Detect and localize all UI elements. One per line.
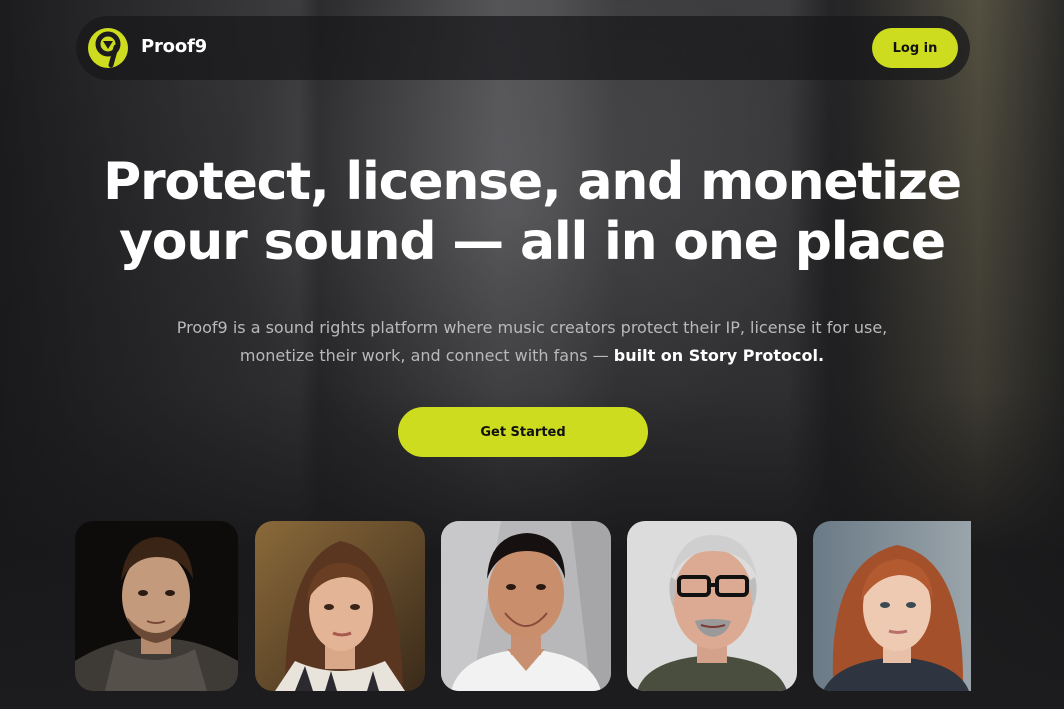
portrait-card-5: [813, 521, 971, 691]
page-content: Proof9 Log in Protect, license, and mone…: [0, 0, 1064, 709]
get-started-button[interactable]: Get Started: [398, 407, 648, 457]
portrait-image-4: [627, 521, 797, 691]
portrait-card-1: [75, 521, 238, 691]
hero-title-line-2: your sound — all in one place: [119, 212, 946, 272]
hero-subtitle-emphasis: built on Story Protocol.: [613, 346, 825, 365]
portrait-card-3: [441, 521, 611, 691]
hero-subtitle: Proof9 is a sound rights platform where …: [172, 314, 892, 370]
portrait-image-1: [75, 521, 238, 691]
proof9-logo-icon[interactable]: [87, 27, 129, 69]
portrait-image-2: [255, 521, 425, 691]
landing-page: Proof9 Log in Protect, license, and mone…: [0, 0, 1064, 709]
portrait-gallery: [0, 521, 1064, 691]
portrait-card-4: [627, 521, 797, 691]
portrait-card-2: [255, 521, 425, 691]
hero-title-line-1: Protect, license, and monetize: [103, 152, 962, 212]
portrait-image-5: [813, 521, 971, 691]
portrait-image-3: [441, 521, 611, 691]
brand-name[interactable]: Proof9: [141, 36, 207, 57]
login-button[interactable]: Log in: [872, 28, 958, 68]
top-navbar: Proof9 Log in: [76, 16, 970, 80]
hero-title: Protect, license, and monetize your sound…: [82, 152, 982, 272]
